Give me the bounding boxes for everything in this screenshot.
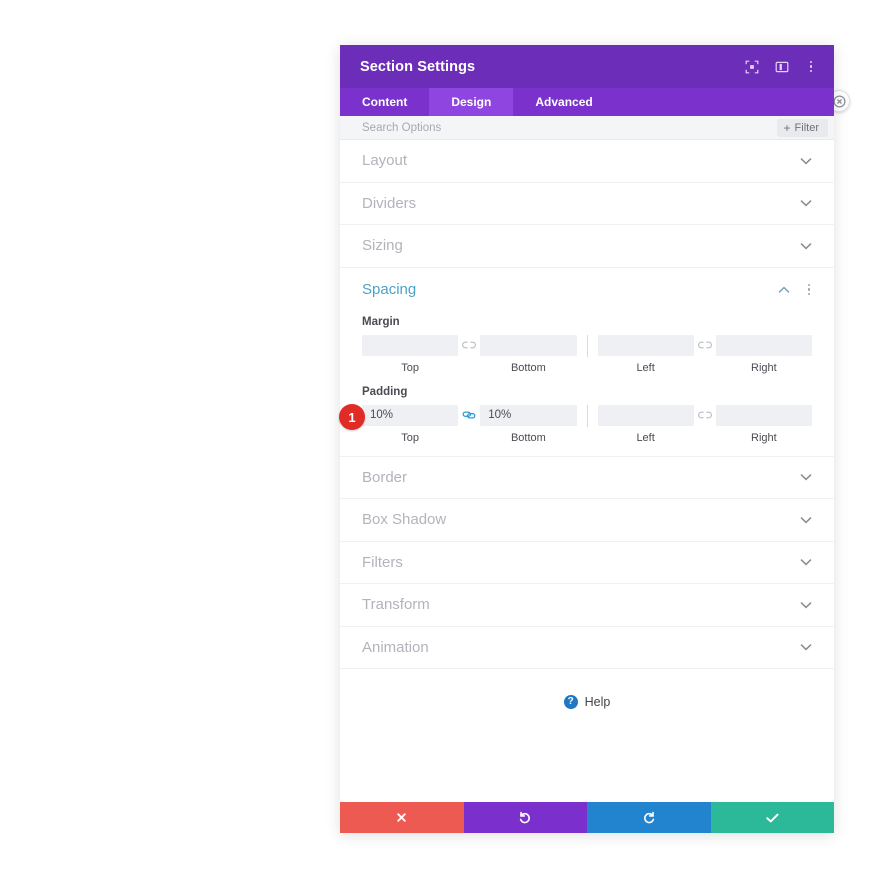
- padding-top-cell: 10% Top: [362, 404, 459, 444]
- sidebar-item-layout[interactable]: Layout: [340, 140, 834, 183]
- padding-right-input[interactable]: [715, 404, 812, 426]
- sidebar-item-filters[interactable]: Filters: [340, 542, 834, 584]
- filter-button[interactable]: + Filter: [776, 118, 828, 137]
- toggle-label-sizing: Sizing: [362, 237, 403, 255]
- margin-left-input[interactable]: [597, 334, 694, 356]
- section-spacing: Spacing Margin Top Bottom Left Right Pad…: [340, 268, 834, 457]
- sidebar-item-transform[interactable]: Transform: [340, 584, 834, 627]
- link-toggle-icon-margin-lr[interactable]: [694, 335, 716, 356]
- help-icon: ?: [563, 695, 578, 709]
- field-group-padding: Padding 10% Top 10% Bottom Left Right: [340, 386, 834, 444]
- undo-button[interactable]: [463, 802, 587, 833]
- margin-top-cell: Top: [362, 334, 459, 374]
- margin-top-caption: Top: [401, 361, 419, 374]
- chevron-down-icon: [800, 473, 812, 481]
- toggle-label-dividers: Dividers: [362, 194, 417, 212]
- tab-design[interactable]: Design: [429, 88, 514, 116]
- padding-left-caption: Left: [636, 431, 655, 444]
- margin-right-input[interactable]: [715, 334, 812, 356]
- chevron-down-icon: [800, 516, 812, 524]
- margin-top-bottom-pair: Top Bottom: [362, 334, 577, 374]
- search-row: Search Options + Filter: [340, 116, 834, 140]
- panel-footer: [340, 802, 834, 833]
- margin-left-cell: Left: [597, 334, 694, 374]
- margin-left-caption: Left: [636, 361, 655, 374]
- margin-bottom-caption: Bottom: [510, 361, 546, 374]
- field-group-margin: Margin Top Bottom Left Right: [340, 316, 834, 374]
- settings-list: Layout Dividers Sizing Spacing Margin To…: [340, 140, 834, 802]
- chevron-down-icon: [800, 601, 812, 609]
- fullscreen-icon[interactable]: [744, 59, 760, 75]
- header-icon-group: [744, 59, 818, 75]
- link-toggle-icon-margin-tb[interactable]: [458, 335, 480, 356]
- margin-right-caption: Right: [751, 361, 777, 374]
- toggle-label-filters: Filters: [362, 553, 403, 571]
- margin-bottom-input[interactable]: [480, 334, 577, 356]
- page-title: Section Settings: [360, 58, 476, 75]
- padding-bottom-cell: 10% Bottom: [480, 404, 577, 444]
- chevron-down-icon: [800, 558, 812, 566]
- chevron-up-icon[interactable]: [778, 286, 790, 294]
- margin-bottom-cell: Bottom: [480, 334, 577, 374]
- sidebar-item-border[interactable]: Border: [340, 457, 834, 499]
- chevron-down-icon: [800, 157, 812, 165]
- padding-left-input[interactable]: [597, 404, 694, 426]
- padding-right-cell: Right: [715, 404, 812, 444]
- link-toggle-icon-padding-tb[interactable]: [458, 405, 480, 426]
- annotation-marker-1: 1: [339, 404, 365, 430]
- tab-content[interactable]: Content: [340, 88, 429, 116]
- search-input[interactable]: Search Options: [362, 122, 777, 134]
- padding-left-right-pair: Left Right: [597, 404, 812, 444]
- sidebar-item-dividers[interactable]: Dividers: [340, 183, 834, 225]
- section-menu-icon[interactable]: [802, 282, 816, 298]
- chevron-down-icon: [800, 643, 812, 651]
- toggle-label-box-shadow: Box Shadow: [362, 511, 447, 529]
- padding-bottom-caption: Bottom: [510, 431, 546, 444]
- more-options-icon[interactable]: [804, 59, 818, 75]
- section-spacing-header[interactable]: Spacing: [340, 268, 834, 312]
- field-group-label-margin: Margin: [362, 315, 400, 328]
- padding-top-input[interactable]: 10%: [362, 404, 459, 426]
- help-label: Help: [584, 695, 611, 709]
- toggle-label-transform: Transform: [362, 596, 430, 614]
- screen: Section Settings Content Design Advanced…: [0, 0, 880, 876]
- field-divider: [586, 404, 588, 427]
- cancel-button[interactable]: [340, 802, 464, 833]
- toggle-label-animation: Animation: [362, 638, 429, 656]
- plus-icon: +: [783, 120, 791, 135]
- filter-button-label: Filter: [794, 121, 819, 134]
- field-group-label-padding: Padding: [362, 385, 408, 398]
- padding-top-bottom-pair: 10% Top 10% Bottom: [362, 404, 577, 444]
- redo-button[interactable]: [587, 802, 711, 833]
- field-divider: [586, 334, 588, 357]
- toggle-label-border: Border: [362, 468, 408, 486]
- padding-right-caption: Right: [751, 431, 777, 444]
- chevron-down-icon: [800, 242, 812, 250]
- padding-bottom-input[interactable]: 10%: [480, 404, 577, 426]
- link-toggle-icon-padding-lr[interactable]: [694, 405, 716, 426]
- layout-toggle-icon[interactable]: [774, 59, 790, 75]
- tab-advanced[interactable]: Advanced: [513, 88, 614, 116]
- panel-header: Section Settings: [340, 45, 834, 88]
- sidebar-item-animation[interactable]: Animation: [340, 627, 834, 669]
- padding-top-caption: Top: [401, 431, 419, 444]
- padding-left-cell: Left: [597, 404, 694, 444]
- toggle-label-layout: Layout: [362, 152, 408, 170]
- section-settings-panel: Section Settings Content Design Advanced…: [340, 45, 834, 833]
- help-link[interactable]: ? Help: [340, 669, 834, 709]
- sidebar-item-sizing[interactable]: Sizing: [340, 225, 834, 268]
- chevron-down-icon: [800, 199, 812, 207]
- tab-bar: Content Design Advanced: [340, 88, 834, 116]
- margin-right-cell: Right: [715, 334, 812, 374]
- sidebar-item-box-shadow[interactable]: Box Shadow: [340, 499, 834, 542]
- margin-top-input[interactable]: [362, 334, 459, 356]
- margin-left-right-pair: Left Right: [597, 334, 812, 374]
- section-spacing-title: Spacing: [362, 281, 417, 298]
- save-button[interactable]: [710, 802, 834, 833]
